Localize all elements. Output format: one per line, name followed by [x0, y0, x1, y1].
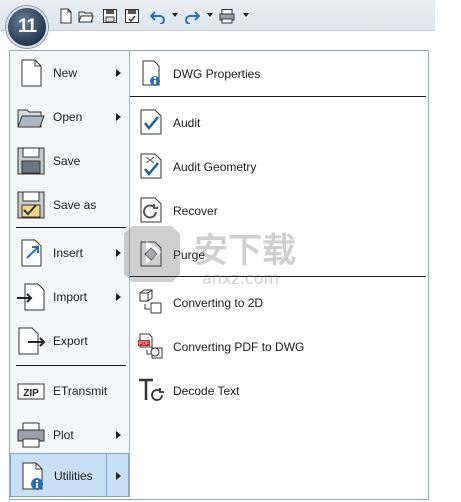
menu-divider — [16, 365, 126, 366]
menu-item-import[interactable]: Import — [10, 275, 129, 319]
submenu-item-label: Decode Text — [173, 384, 240, 398]
menu-item-label: Save as — [53, 198, 97, 212]
zip-archive-icon: ZIP — [16, 376, 46, 406]
customize-dropdown-icon[interactable] — [243, 13, 249, 17]
menu-item-save-as[interactable]: Save as — [10, 183, 129, 227]
submenu-item-dwg-properties[interactable]: DWG Properties — [130, 51, 426, 95]
save-disk-icon — [16, 146, 46, 176]
submenu-arrow-icon — [116, 431, 121, 439]
utilities-info-icon — [17, 461, 47, 491]
menu-item-etransmit[interactable]: ZIP ETransmit — [10, 369, 129, 413]
redo-icon[interactable] — [184, 8, 200, 24]
open-icon[interactable] — [78, 8, 94, 24]
submenu-arrow-icon — [116, 113, 121, 121]
submenu-item-label: DWG Properties — [173, 67, 261, 81]
split-divider — [106, 453, 107, 497]
submenu-item-audit[interactable]: Audit — [130, 100, 426, 144]
submenu-item-converting-pdf-to-dwg[interactable]: PDF Converting PDF to DWG — [130, 324, 426, 368]
menu-item-label: Open — [53, 110, 83, 124]
submenu-divider — [130, 276, 426, 277]
submenu-item-label: Converting PDF to DWG — [173, 340, 305, 354]
undo-dropdown-icon[interactable] — [172, 13, 178, 17]
submenu-item-label: Audit Geometry — [173, 160, 257, 174]
menu-item-label: Utilities — [54, 469, 93, 483]
insert-icon — [16, 238, 46, 268]
menu-divider — [16, 227, 126, 228]
export-icon — [16, 326, 46, 356]
menu-item-label: ETransmit — [53, 384, 108, 398]
menu-item-export[interactable]: Export — [10, 319, 129, 363]
decode-text-icon — [137, 376, 165, 404]
pdf-to-dwg-icon: PDF — [137, 332, 165, 360]
submenu-item-label: Recover — [173, 204, 218, 218]
submenu-item-label: Purge — [173, 248, 206, 262]
app-logo-text: 11 — [17, 16, 37, 37]
recover-icon — [137, 196, 165, 224]
submenu-arrow-icon — [116, 249, 121, 257]
redo-dropdown-icon[interactable] — [207, 13, 213, 17]
submenu-item-purge[interactable]: Purge — [130, 232, 426, 276]
submenu-arrow-icon — [116, 293, 121, 301]
menu-item-label: New — [53, 66, 78, 80]
save-as-icon[interactable] — [124, 8, 140, 24]
submenu-item-decode-text[interactable]: Decode Text — [130, 368, 426, 412]
submenu-item-recover[interactable]: Recover — [130, 188, 426, 232]
plot-icon[interactable] — [219, 8, 235, 24]
submenu-item-audit-geometry[interactable]: Audit Geometry — [130, 144, 426, 188]
submenu-divider — [130, 96, 426, 97]
printer-icon — [16, 420, 46, 450]
quick-access-toolbar — [0, 0, 435, 31]
menu-item-label: Insert — [53, 246, 84, 260]
open-folder-icon — [16, 102, 46, 132]
new-icon[interactable] — [58, 8, 74, 24]
import-icon — [16, 282, 46, 312]
menu-item-save[interactable]: Save — [10, 139, 129, 183]
submenu-item-label: Converting to 2D — [173, 296, 264, 310]
dwg-properties-icon — [137, 59, 165, 87]
purge-icon — [137, 240, 165, 268]
submenu-item-label: Audit — [173, 116, 201, 130]
menu-item-insert[interactable]: Insert — [10, 231, 129, 275]
menu-item-plot[interactable]: Plot — [10, 413, 129, 457]
utilities-submenu: DWG Properties Audit Audit Geometry Reco… — [130, 51, 426, 497]
submenu-arrow-icon — [116, 472, 121, 480]
undo-icon[interactable] — [150, 8, 166, 24]
app-logo-button[interactable]: 11 — [6, 6, 48, 48]
pdf-icon-text: PDF — [139, 341, 149, 347]
audit-geometry-icon — [137, 152, 165, 180]
submenu-arrow-icon — [116, 69, 121, 77]
zip-icon-text: ZIP — [23, 388, 39, 399]
menu-item-utilities[interactable]: Utilities — [10, 453, 129, 497]
menu-item-new[interactable]: New — [10, 51, 129, 95]
save-as-icon — [16, 190, 46, 220]
convert-2d-icon — [137, 288, 165, 316]
menu-item-label: Export — [53, 334, 88, 348]
audit-check-icon — [137, 108, 165, 136]
save-icon[interactable] — [102, 8, 118, 24]
menu-item-label: Save — [53, 154, 81, 168]
window-edge — [435, 0, 461, 502]
submenu-item-converting-to-2d[interactable]: Converting to 2D — [130, 280, 426, 324]
application-menu-left-column: New Open Save Save as Insert Import Expo… — [10, 51, 130, 497]
new-document-icon — [16, 58, 46, 88]
menu-item-label: Import — [53, 290, 88, 304]
menu-item-open[interactable]: Open — [10, 95, 129, 139]
menu-item-label: Plot — [53, 428, 74, 442]
